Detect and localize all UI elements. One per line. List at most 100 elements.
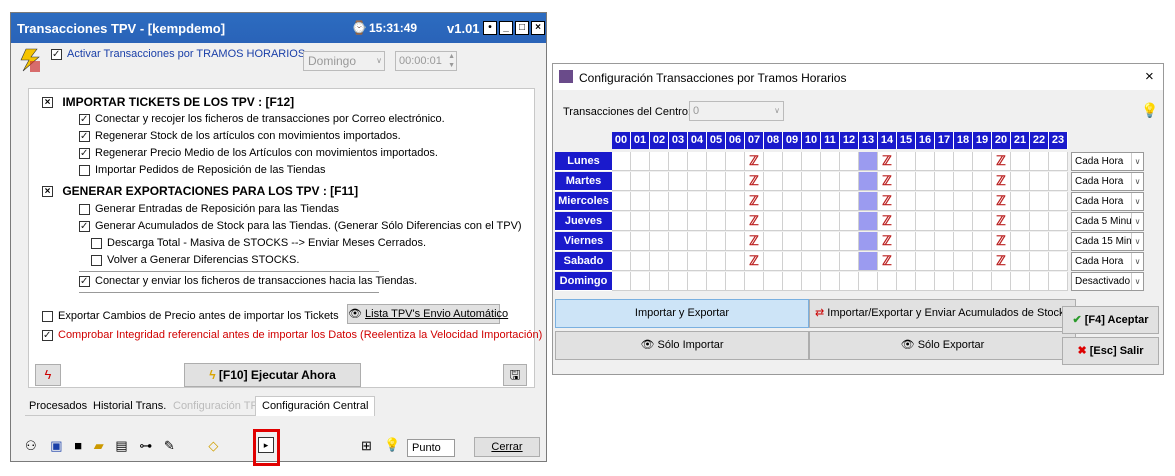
- schedule-cell[interactable]: [745, 272, 764, 291]
- schedule-cell[interactable]: ℤ: [992, 252, 1011, 271]
- schedule-cell[interactable]: [764, 252, 783, 271]
- import-only-button[interactable]: 👁 Sólo Importar: [555, 331, 809, 360]
- schedule-cell[interactable]: ℤ: [992, 232, 1011, 251]
- schedule-cell[interactable]: ℤ: [992, 152, 1011, 171]
- schedule-cell[interactable]: [783, 232, 802, 251]
- schedule-cell[interactable]: [669, 152, 688, 171]
- schedule-cell[interactable]: [840, 272, 859, 291]
- center-select[interactable]: 0 ∨: [689, 101, 784, 121]
- schedule-cell[interactable]: [897, 172, 916, 191]
- schedule-cell[interactable]: [954, 252, 973, 271]
- schedule-cell[interactable]: [612, 152, 631, 171]
- minimize-icon[interactable]: _: [499, 21, 513, 35]
- schedule-cell[interactable]: ℤ: [745, 192, 764, 211]
- schedule-cell[interactable]: [726, 192, 745, 211]
- schedule-cell[interactable]: [1049, 212, 1068, 231]
- frequency-select[interactable]: Cada Hora ∨: [1071, 192, 1144, 211]
- schedule-cell[interactable]: [821, 152, 840, 171]
- schedule-cell[interactable]: [973, 192, 992, 211]
- import-option-3[interactable]: Importar Pedidos de Reposición de las Ti…: [79, 164, 445, 181]
- schedule-cell[interactable]: [783, 192, 802, 211]
- lightning-button[interactable]: ϟ: [35, 364, 61, 386]
- schedule-cell[interactable]: ℤ: [878, 192, 897, 211]
- schedule-cell[interactable]: [916, 272, 935, 291]
- schedule-cell[interactable]: [802, 232, 821, 251]
- schedule-cell[interactable]: [802, 252, 821, 271]
- export-only-button[interactable]: 👁 Sólo Exportar: [809, 331, 1076, 360]
- schedule-cell[interactable]: [631, 172, 650, 191]
- schedule-cell[interactable]: [802, 212, 821, 231]
- schedule-cell[interactable]: [897, 272, 916, 291]
- schedule-cell[interactable]: ℤ: [878, 252, 897, 271]
- schedule-cell[interactable]: [726, 272, 745, 291]
- schedule-cell[interactable]: [783, 152, 802, 171]
- schedule-cell[interactable]: ℤ: [745, 232, 764, 251]
- schedule-cell[interactable]: [954, 232, 973, 251]
- list-tpv-button[interactable]: 👁 Lista TPV's Envio Automático: [347, 304, 508, 324]
- time-spinner[interactable]: 00:00:01 ▲ ▼: [395, 51, 457, 71]
- form-icon[interactable]: ▤: [115, 438, 127, 453]
- schedule-cell[interactable]: [1011, 212, 1030, 231]
- schedule-cell[interactable]: [764, 172, 783, 191]
- lightbulb-icon[interactable]: 💡: [1141, 102, 1158, 119]
- schedule-cell[interactable]: [726, 212, 745, 231]
- run-now-button[interactable]: ϟ [F10] Ejecutar Ahora: [184, 363, 361, 387]
- schedule-cell[interactable]: [669, 232, 688, 251]
- schedule-cell[interactable]: ℤ: [878, 232, 897, 251]
- frequency-select[interactable]: Desactivado ∨: [1071, 272, 1144, 291]
- schedule-cell[interactable]: ℤ: [745, 212, 764, 231]
- schedule-cell[interactable]: [631, 212, 650, 231]
- export-option-1[interactable]: Generar Acumulados de Stock para las Tie…: [79, 220, 522, 237]
- schedule-cell[interactable]: [916, 252, 935, 271]
- tab-central-config[interactable]: Configuración Central: [255, 396, 376, 416]
- integrity-checkbox[interactable]: Comprobar Integridad referencial antes d…: [42, 329, 542, 341]
- schedule-cell[interactable]: ℤ: [878, 172, 897, 191]
- schedule-cell[interactable]: [840, 232, 859, 251]
- schedule-cell[interactable]: [1011, 152, 1030, 171]
- schedule-cell[interactable]: [612, 172, 631, 191]
- schedule-cell[interactable]: [973, 232, 992, 251]
- schedule-cell[interactable]: [726, 172, 745, 191]
- schedule-cell[interactable]: [669, 252, 688, 271]
- schedule-cell[interactable]: [1030, 212, 1049, 231]
- floppy-icon[interactable]: ■: [74, 438, 82, 453]
- schedule-cell[interactable]: [973, 252, 992, 271]
- schedule-cell[interactable]: [764, 212, 783, 231]
- import-section-header[interactable]: × IMPORTAR TICKETS DE LOS TPV : [F12]: [42, 95, 294, 109]
- schedule-cell[interactable]: [916, 152, 935, 171]
- schedule-cell[interactable]: [1011, 232, 1030, 251]
- schedule-cell[interactable]: [935, 212, 954, 231]
- schedule-cell[interactable]: [650, 192, 669, 211]
- schedule-cell[interactable]: [1049, 192, 1068, 211]
- schedule-cell[interactable]: ℤ: [745, 152, 764, 171]
- schedule-cell[interactable]: [726, 152, 745, 171]
- schedule-cell[interactable]: [840, 172, 859, 191]
- save-button[interactable]: 🖫: [503, 364, 527, 386]
- schedule-cell[interactable]: ℤ: [878, 212, 897, 231]
- schedule-cell[interactable]: [631, 192, 650, 211]
- lightbulb-icon[interactable]: 💡: [384, 437, 400, 453]
- schedule-cell[interactable]: [1030, 252, 1049, 271]
- schedule-cell[interactable]: [783, 252, 802, 271]
- schedule-cell[interactable]: [859, 252, 878, 271]
- schedule-cell[interactable]: [897, 212, 916, 231]
- import-export-stocks-button[interactable]: ⇄ Importar/Exportar y Enviar Acumulados …: [809, 299, 1076, 328]
- schedule-cell[interactable]: [726, 232, 745, 251]
- schedule-cell[interactable]: [707, 172, 726, 191]
- schedule-cell[interactable]: [764, 152, 783, 171]
- schedule-cell[interactable]: [688, 172, 707, 191]
- schedule-cell[interactable]: [612, 212, 631, 231]
- accept-button[interactable]: ✔ [F4] Aceptar: [1062, 306, 1159, 334]
- schedule-cell[interactable]: [954, 212, 973, 231]
- schedule-cell[interactable]: [631, 272, 650, 291]
- schedule-cell[interactable]: [973, 172, 992, 191]
- schedule-cell[interactable]: [1030, 172, 1049, 191]
- schedule-cell[interactable]: [859, 152, 878, 171]
- connect-send-checkbox[interactable]: Conectar y enviar los ficheros de transa…: [79, 275, 417, 287]
- schedule-cell[interactable]: [1011, 192, 1030, 211]
- schedule-cell[interactable]: ℤ: [745, 252, 764, 271]
- schedule-cell[interactable]: [897, 152, 916, 171]
- network-icon[interactable]: ⊶: [139, 438, 152, 453]
- schedule-cell[interactable]: [707, 232, 726, 251]
- tab-tpv-config[interactable]: Configuración TPV: [173, 400, 265, 412]
